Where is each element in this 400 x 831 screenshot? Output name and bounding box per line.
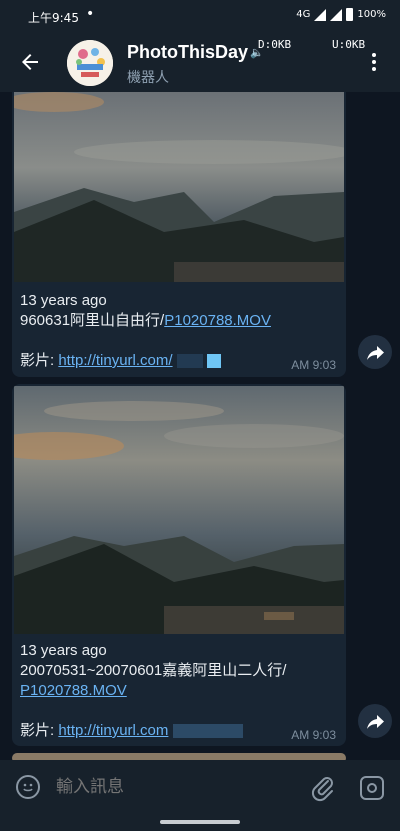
message-time: AM 9:03 xyxy=(291,358,336,372)
notification-dot-icon: • xyxy=(86,6,95,22)
video-link[interactable]: http://tinyurl.com xyxy=(58,722,168,739)
status-time: 上午9:45 xyxy=(28,11,79,25)
redacted-block xyxy=(176,354,203,369)
photo[interactable] xyxy=(14,386,344,634)
camera-icon[interactable] xyxy=(360,776,384,800)
status-icons: 4G 100% xyxy=(296,8,386,21)
status-bar: 上午9:45 • 4G 100% xyxy=(0,0,400,32)
share-icon[interactable] xyxy=(358,335,392,369)
message-caption: 960631阿里山自由行/P1020788.MOV xyxy=(20,311,271,331)
battery-icon xyxy=(346,8,354,21)
net-speed-up: U:0KB xyxy=(332,38,366,51)
more-vert-icon[interactable] xyxy=(366,50,382,76)
emoji-icon[interactable] xyxy=(16,775,40,799)
message-caption: 20070531~20070601嘉義阿里山二人行/P1020788.MOV xyxy=(20,661,340,701)
message-time: AM 9:03 xyxy=(291,728,336,742)
avatar[interactable] xyxy=(67,40,113,86)
share-icon[interactable] xyxy=(358,704,392,738)
home-indicator[interactable] xyxy=(160,820,240,824)
caption-link[interactable]: P1020788.MOV xyxy=(164,312,271,329)
message-input[interactable] xyxy=(54,776,298,798)
video-label: 影片: xyxy=(20,352,59,369)
message-bubble[interactable]: 13 years ago 20070531~20070601嘉義阿里山二人行/P… xyxy=(12,384,346,746)
caption-text: 20070531~20070601嘉義阿里山二人行/ xyxy=(20,662,287,679)
network-type: 4G xyxy=(296,9,311,20)
chat-header: PhotoThisDay 🔈 D:0KB U:0KB 機器人 xyxy=(0,32,400,92)
video-link[interactable]: http://tinyurl.com/ xyxy=(58,352,172,369)
message-age: 13 years ago xyxy=(20,642,107,659)
video-label: 影片: xyxy=(20,722,59,739)
back-arrow-icon[interactable] xyxy=(18,50,42,74)
system-nav-bar xyxy=(0,816,400,831)
chat-title[interactable]: PhotoThisDay xyxy=(127,42,248,63)
redacted-block xyxy=(206,354,221,369)
caption-text: 960631阿里山自由行/ xyxy=(20,312,165,329)
video-line: 影片: http://tinyurl.com/ xyxy=(20,351,221,371)
message-input-bar xyxy=(0,760,400,816)
photo[interactable] xyxy=(14,92,344,282)
attach-icon[interactable] xyxy=(310,774,336,802)
net-speed-down: D:0KB xyxy=(258,38,292,51)
message-bubble[interactable]: 13 years ago 960631阿里山自由行/P1020788.MOV 影… xyxy=(12,92,346,377)
signal-icon-2 xyxy=(330,8,343,21)
caption-link[interactable]: P1020788.MOV xyxy=(20,682,127,699)
signal-icon xyxy=(314,8,327,21)
battery-level: 100% xyxy=(357,9,386,20)
video-line: 影片: http://tinyurl.com xyxy=(20,721,243,741)
chat-subtitle: 機器人 xyxy=(127,69,169,85)
redacted-block xyxy=(172,724,243,739)
message-age: 13 years ago xyxy=(20,292,107,309)
